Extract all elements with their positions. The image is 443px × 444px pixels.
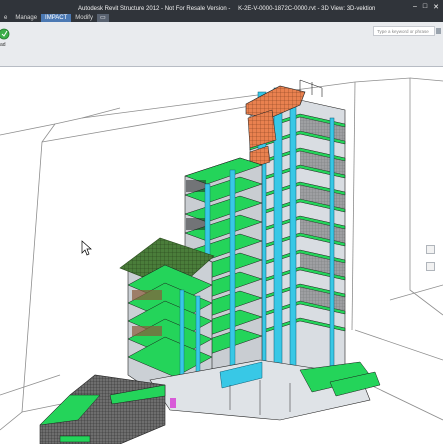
revit-window: Autodesk Revit Structure 2012 - Not For … bbox=[0, 0, 443, 444]
window-title-file: K-2E-V-0000-1872C-0000.rvt - 3D View: 3D… bbox=[238, 6, 376, 12]
tab-manage[interactable]: Manage bbox=[11, 14, 41, 22]
maximize-button[interactable]: □ bbox=[423, 3, 427, 11]
green-circle-icon bbox=[0, 28, 10, 40]
zoom-icon[interactable] bbox=[426, 262, 435, 271]
low-structure bbox=[39, 374, 176, 444]
help-icon[interactable] bbox=[436, 28, 441, 34]
mouse-cursor bbox=[81, 240, 92, 256]
3d-view-canvas[interactable] bbox=[0, 67, 443, 444]
window-title: Autodesk Revit Structure 2012 - Not For … bbox=[78, 5, 381, 13]
tab-partial[interactable]: e bbox=[0, 14, 11, 22]
tab-panel-toggle[interactable]: ▭ bbox=[96, 14, 109, 22]
ribbon-tabs: e Manage IMPACT Modify ▭ bbox=[0, 14, 109, 22]
ribbon-tool-button[interactable]: ad bbox=[0, 26, 12, 54]
minimize-button[interactable]: – bbox=[413, 3, 417, 11]
window-title-app: Autodesk Revit Structure 2012 - Not For … bbox=[78, 6, 231, 12]
close-button[interactable]: ✕ bbox=[433, 3, 439, 11]
tab-modify[interactable]: Modify bbox=[71, 14, 97, 22]
search-input[interactable]: Type a keyword or phrase bbox=[373, 26, 435, 36]
ribbon-tool-label: ad bbox=[0, 42, 6, 48]
structural-model-3d bbox=[0, 77, 443, 444]
tab-impact[interactable]: IMPACT bbox=[41, 14, 72, 22]
orbit-icon[interactable] bbox=[426, 245, 435, 254]
ribbon-panel: ad Type a keyword or phrase bbox=[0, 22, 443, 67]
view-navigation bbox=[426, 245, 435, 271]
title-bar: Autodesk Revit Structure 2012 - Not For … bbox=[0, 0, 443, 22]
window-controls: – □ ✕ bbox=[413, 3, 439, 11]
